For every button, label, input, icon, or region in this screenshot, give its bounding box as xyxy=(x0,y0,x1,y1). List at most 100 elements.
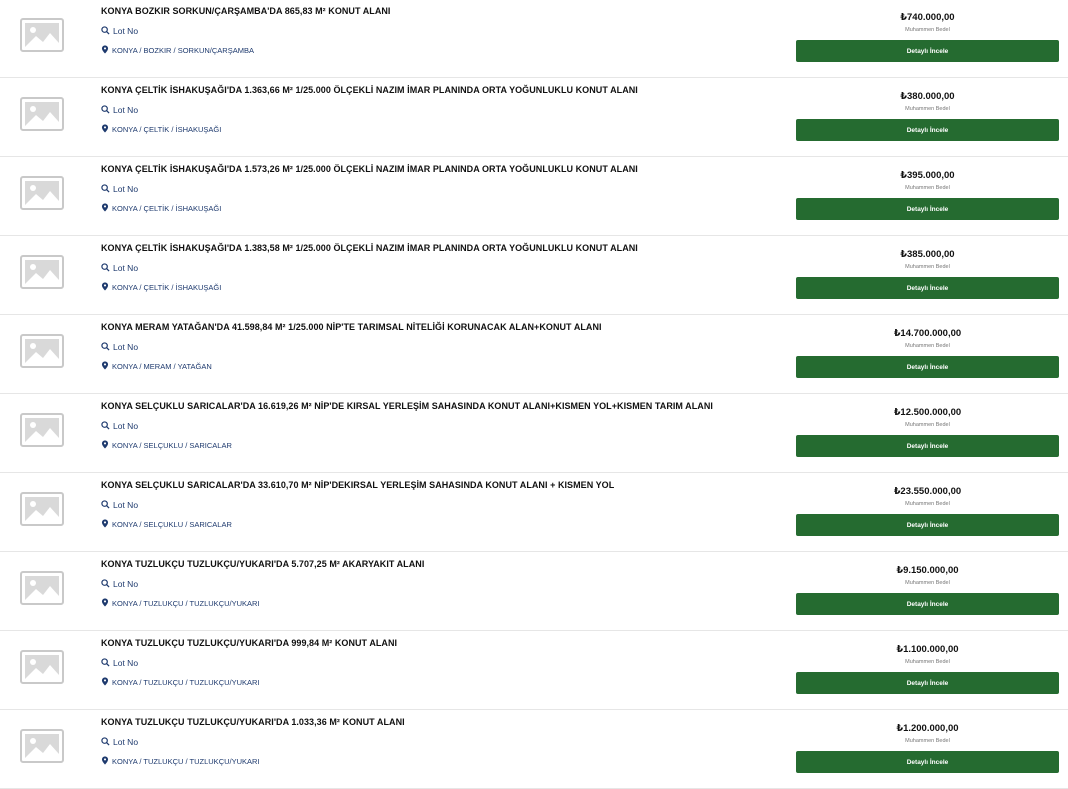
location-text: KONYA / SELÇUKLU / SARICALAR xyxy=(112,441,232,450)
listing-title[interactable]: KONYA TUZLUKÇU TUZLUKÇU/YUKARI'DA 1.033,… xyxy=(101,717,405,727)
image-placeholder-icon[interactable] xyxy=(20,255,64,289)
lot-number: Lot No xyxy=(101,579,138,589)
listing-title[interactable]: KONYA ÇELTİK İSHAKUŞAĞI'DA 1.573,26 M² 1… xyxy=(101,164,638,174)
lot-label: Lot No xyxy=(113,342,139,352)
location-text: KONYA / ÇELTİK / İSHAKUŞAĞI xyxy=(112,283,222,292)
map-pin-icon xyxy=(101,440,109,449)
price-label: Muhammen Bedel xyxy=(905,343,950,349)
search-icon xyxy=(101,342,110,351)
listing-row: KONYA BOZKIR SORKUN/ÇARŞAMBA'DA 865,83 M… xyxy=(0,0,1068,78)
listing-row: KONYA SELÇUKLU SARICALAR'DA 16.619,26 M²… xyxy=(0,395,1068,473)
listing-location: KONYA / SELÇUKLU / SARICALAR xyxy=(101,440,232,450)
listing-row: KONYA SELÇUKLU SARICALAR'DA 33.610,70 M²… xyxy=(0,474,1068,552)
location-text: KONYA / TUZLUKÇU / TUZLUKÇU/YUKARI xyxy=(112,678,260,687)
search-icon xyxy=(101,184,110,193)
search-icon xyxy=(101,658,110,667)
location-text: KONYA / BOZKIR / SORKUN/ÇARŞAMBA xyxy=(112,46,254,55)
lot-label: Lot No xyxy=(113,737,139,747)
map-pin-icon xyxy=(101,361,109,370)
detail-button[interactable]: Detaylı İncele xyxy=(796,198,1059,220)
listing-title[interactable]: KONYA BOZKIR SORKUN/ÇARŞAMBA'DA 865,83 M… xyxy=(101,6,390,16)
price-label: Muhammen Bedel xyxy=(905,580,950,586)
search-icon xyxy=(101,579,110,588)
listing-location: KONYA / ÇELTİK / İSHAKUŞAĞI xyxy=(101,124,221,134)
listing-price: ₺1.100.000,00 xyxy=(896,644,959,655)
price-label: Muhammen Bedel xyxy=(905,501,950,507)
listing-title[interactable]: KONYA SELÇUKLU SARICALAR'DA 16.619,26 M²… xyxy=(101,401,713,411)
detail-button[interactable]: Detaylı İncele xyxy=(796,119,1059,141)
listing-title[interactable]: KONYA SELÇUKLU SARICALAR'DA 33.610,70 M²… xyxy=(101,480,614,490)
listing-price: ₺9.150.000,00 xyxy=(896,565,959,576)
listing-location: KONYA / TUZLUKÇU / TUZLUKÇU/YUKARI xyxy=(101,756,260,766)
price-label: Muhammen Bedel xyxy=(905,422,950,428)
listing-price: ₺385.000,00 xyxy=(900,249,955,260)
image-placeholder-icon[interactable] xyxy=(20,492,64,526)
map-pin-icon xyxy=(101,282,109,291)
map-pin-icon xyxy=(101,756,109,765)
lot-label: Lot No xyxy=(113,421,139,431)
image-placeholder-icon[interactable] xyxy=(20,97,64,131)
listing-location: KONYA / TUZLUKÇU / TUZLUKÇU/YUKARI xyxy=(101,677,260,687)
listing-price: ₺23.550.000,00 xyxy=(893,486,962,497)
lot-label: Lot No xyxy=(113,184,139,194)
image-placeholder-icon[interactable] xyxy=(20,729,64,763)
location-text: KONYA / TUZLUKÇU / TUZLUKÇU/YUKARI xyxy=(112,599,260,608)
listing-row: KONYA MERAM YATAĞAN'DA 41.598,84 M² 1/25… xyxy=(0,316,1068,394)
image-placeholder-icon[interactable] xyxy=(20,176,64,210)
lot-number: Lot No xyxy=(101,105,138,115)
lot-number: Lot No xyxy=(101,26,138,36)
listing-location: KONYA / MERAM / YATAĞAN xyxy=(101,361,212,371)
listing-row: KONYA TUZLUKÇU TUZLUKÇU/YUKARI'DA 999,84… xyxy=(0,632,1068,710)
lot-number: Lot No xyxy=(101,342,138,352)
listing-price: ₺395.000,00 xyxy=(900,170,955,181)
location-text: KONYA / TUZLUKÇU / TUZLUKÇU/YUKARI xyxy=(112,757,260,766)
listing-price: ₺12.500.000,00 xyxy=(893,407,962,418)
lot-number: Lot No xyxy=(101,421,138,431)
listing-row: KONYA ÇELTİK İSHAKUŞAĞI'DA 1.383,58 M² 1… xyxy=(0,237,1068,315)
detail-button[interactable]: Detaylı İncele xyxy=(796,514,1059,536)
price-label: Muhammen Bedel xyxy=(905,27,950,33)
detail-button[interactable]: Detaylı İncele xyxy=(796,356,1059,378)
listing-location: KONYA / BOZKIR / SORKUN/ÇARŞAMBA xyxy=(101,45,254,55)
location-text: KONYA / SELÇUKLU / SARICALAR xyxy=(112,520,232,529)
listing-title[interactable]: KONYA ÇELTİK İSHAKUŞAĞI'DA 1.383,58 M² 1… xyxy=(101,243,638,253)
image-placeholder-icon[interactable] xyxy=(20,334,64,368)
lot-label: Lot No xyxy=(113,263,139,273)
lot-label: Lot No xyxy=(113,500,139,510)
search-icon xyxy=(101,421,110,430)
location-text: KONYA / MERAM / YATAĞAN xyxy=(112,362,212,371)
lot-label: Lot No xyxy=(113,105,139,115)
detail-button[interactable]: Detaylı İncele xyxy=(796,593,1059,615)
price-label: Muhammen Bedel xyxy=(905,185,950,191)
listing-title[interactable]: KONYA MERAM YATAĞAN'DA 41.598,84 M² 1/25… xyxy=(101,322,602,332)
map-pin-icon xyxy=(101,519,109,528)
price-label: Muhammen Bedel xyxy=(905,106,950,112)
listing-price: ₺14.700.000,00 xyxy=(893,328,962,339)
image-placeholder-icon[interactable] xyxy=(20,650,64,684)
listing-title[interactable]: KONYA TUZLUKÇU TUZLUKÇU/YUKARI'DA 5.707,… xyxy=(101,559,424,569)
detail-button[interactable]: Detaylı İncele xyxy=(796,435,1059,457)
map-pin-icon xyxy=(101,124,109,133)
image-placeholder-icon[interactable] xyxy=(20,571,64,605)
detail-button[interactable]: Detaylı İncele xyxy=(796,277,1059,299)
image-placeholder-icon[interactable] xyxy=(20,18,64,52)
search-icon xyxy=(101,26,110,35)
listing-row: KONYA ÇELTİK İSHAKUŞAĞI'DA 1.573,26 M² 1… xyxy=(0,158,1068,236)
price-label: Muhammen Bedel xyxy=(905,264,950,270)
detail-button[interactable]: Detaylı İncele xyxy=(796,672,1059,694)
detail-button[interactable]: Detaylı İncele xyxy=(796,40,1059,62)
map-pin-icon xyxy=(101,203,109,212)
lot-label: Lot No xyxy=(113,26,139,36)
location-text: KONYA / ÇELTİK / İSHAKUŞAĞI xyxy=(112,125,222,134)
image-placeholder-icon[interactable] xyxy=(20,413,64,447)
lot-number: Lot No xyxy=(101,658,138,668)
map-pin-icon xyxy=(101,598,109,607)
listing-title[interactable]: KONYA TUZLUKÇU TUZLUKÇU/YUKARI'DA 999,84… xyxy=(101,638,397,648)
lot-number: Lot No xyxy=(101,737,138,747)
location-text: KONYA / ÇELTİK / İSHAKUŞAĞI xyxy=(112,204,222,213)
detail-button[interactable]: Detaylı İncele xyxy=(796,751,1059,773)
search-icon xyxy=(101,737,110,746)
listing-price: ₺1.200.000,00 xyxy=(896,723,959,734)
listing-title[interactable]: KONYA ÇELTİK İSHAKUŞAĞI'DA 1.363,66 M² 1… xyxy=(101,85,638,95)
listing-price: ₺380.000,00 xyxy=(900,91,955,102)
